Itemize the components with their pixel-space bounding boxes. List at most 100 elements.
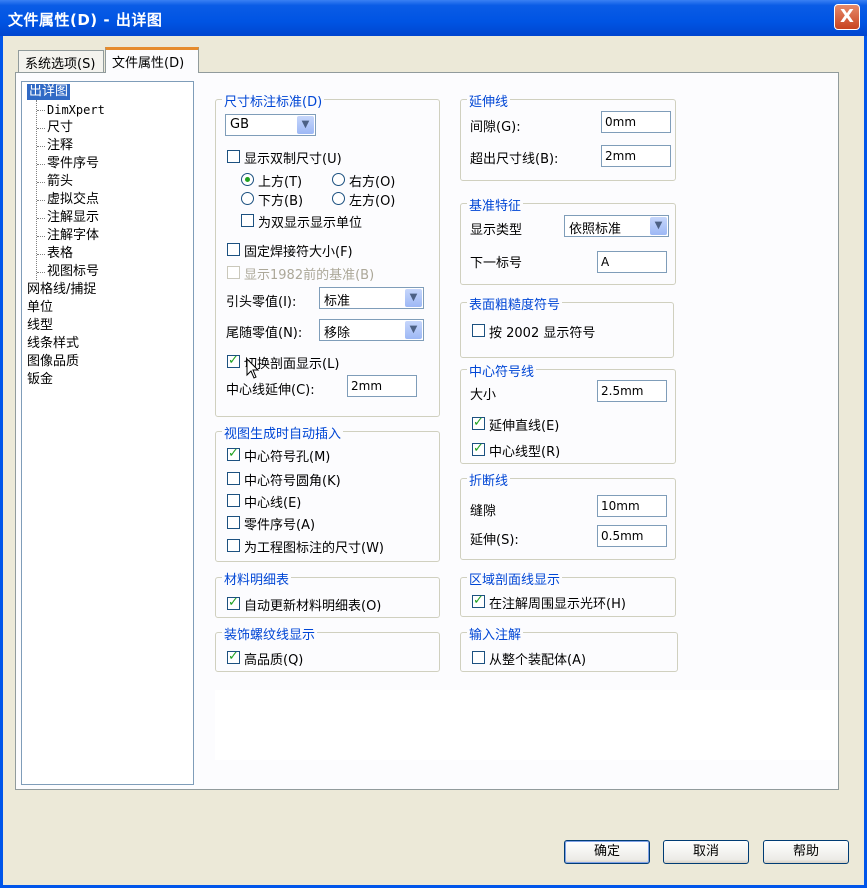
centerlines-label: 中心线(E) [244,496,302,511]
tree-item-balloons[interactable]: 零件序号 [47,156,99,172]
show-1982-checkbox [227,266,240,279]
tree-connector [37,128,45,129]
from-assembly-checkbox[interactable] [472,651,485,664]
close-icon: X [840,6,854,27]
display-type-label: 显示类型 [470,223,523,238]
trailing-zero-value: 移除 [324,326,351,341]
window-title: 文件属性(D) - 出详图 [8,11,163,29]
fixed-weld-label: 固定焊接符大小(F) [244,245,353,260]
display-type-select[interactable]: 依照标准 ▼ [564,215,669,237]
radio-bottom-label: 下方(B) [258,194,304,209]
tab-system-options[interactable]: 系统选项(S) [18,50,104,72]
halo-checkbox[interactable] [472,593,485,608]
tree-item-grid-snap[interactable]: 网格线/捕捉 [27,282,96,298]
balloons-label: 零件序号(A) [244,518,316,533]
halo-label: 在注解周围显示光环(H) [489,597,626,612]
radio-top[interactable] [241,173,254,186]
tree-item-tables[interactable]: 表格 [47,246,73,262]
group-title: 输入注解 [467,624,524,643]
tree-item-image-quality[interactable]: 图像品质 [27,354,79,370]
chevron-down-icon[interactable]: ▼ [297,116,314,134]
tree-connector [37,200,45,201]
from-assembly-label: 从整个装配体(A) [489,653,587,668]
tree-item-annotation-font[interactable]: 注解字体 [47,228,99,244]
tree-item-virtual-sharps[interactable]: 虚拟交点 [47,192,99,208]
dual-dim-checkbox[interactable] [227,150,240,163]
beyond-dim-input[interactable]: 2mm [601,145,671,167]
tree-connector [37,218,45,219]
centerline-ext-label: 中心线延伸(C): [226,383,315,398]
tree-item-dimensions[interactable]: 尺寸 [47,120,73,136]
group-title: 折断线 [467,470,511,489]
leading-zero-label: 引头零值(I): [226,295,297,310]
break-ext-label: 延伸(S): [470,533,519,548]
radio-right-label: 右方(O) [349,175,396,190]
extend-lines-checkbox[interactable] [472,415,485,430]
gap-label: 间隙(G): [470,120,521,135]
size-label: 大小 [470,388,497,403]
tree-item-line-font[interactable]: 线型 [27,318,53,334]
tree-connector [37,146,45,147]
gap-input[interactable]: 0mm [601,111,671,133]
auto-update-bom-checkbox[interactable] [227,595,240,610]
break-ext-input[interactable]: 0.5mm [597,525,667,547]
tree-item-sheet-metal[interactable]: 钣金 [27,372,53,388]
break-gap-label: 缝隙 [470,504,497,519]
close-button[interactable]: X [834,4,860,30]
dims-for-drawing-label: 为工程图标注的尺寸(W) [244,541,384,556]
group-title: 尺寸标注标准(D) [222,91,325,110]
size-input[interactable]: 2.5mm [597,380,667,402]
tree-item-notes[interactable]: 注释 [47,138,73,154]
cancel-button[interactable]: 取消 [663,840,749,864]
options-tree[interactable]: 出详图 DimXpert 尺寸 注释 零件序号 箭头 虚拟交点 注解显示 注解字… [21,81,194,785]
extend-lines-label: 延伸直线(E) [489,419,560,434]
mouse-pointer-icon [246,358,260,379]
tree-item-line-style[interactable]: 线条样式 [27,336,79,352]
dual-units-checkbox[interactable] [241,214,254,227]
tree-item-annotation-display[interactable]: 注解显示 [47,210,99,226]
radio-left-label: 左方(O) [349,194,396,209]
show-2002-checkbox[interactable] [472,324,485,337]
center-mark-holes-checkbox[interactable] [227,446,240,461]
radio-bottom[interactable] [241,192,254,205]
break-gap-input[interactable]: 10mm [597,495,667,517]
dual-dim-label: 显示双制尺寸(U) [244,152,342,167]
toggle-section-checkbox[interactable] [227,353,240,368]
centerlines-checkbox[interactable] [227,494,240,507]
tree-item-units[interactable]: 单位 [27,300,53,316]
high-quality-checkbox[interactable] [227,649,240,664]
tree-connector [37,182,45,183]
center-mark-fillets-label: 中心符号圆角(K) [244,474,341,489]
chevron-down-icon[interactable]: ▼ [405,289,422,307]
standard-select[interactable]: GB ▼ [225,114,316,136]
tree-item-arrows[interactable]: 箭头 [47,174,73,190]
chevron-down-icon[interactable]: ▼ [405,321,422,339]
tab-document-properties[interactable]: 文件属性(D) [105,47,199,73]
leading-zero-select[interactable]: 标准 ▼ [319,287,424,309]
group-title: 区域剖面线显示 [467,569,563,588]
standard-value: GB [230,117,249,132]
centerline-ext-input[interactable]: 2mm [347,375,417,397]
title-bar: 文件属性(D) - 出详图 X [0,0,867,36]
tree-item-view-labels[interactable]: 视图标号 [47,264,99,280]
dims-for-drawing-checkbox[interactable] [227,539,240,552]
center-mark-fillets-checkbox[interactable] [227,472,240,485]
ok-button[interactable]: 确定 [564,840,650,864]
center-linetype-label: 中心线型(R) [489,445,561,460]
beyond-dim-label: 超出尺寸线(B): [470,152,559,167]
radio-left[interactable] [332,192,345,205]
tree-item-detailing[interactable]: 出详图 [27,84,71,100]
tab-label: 系统选项(S) [25,57,96,72]
trailing-zero-select[interactable]: 移除 ▼ [319,319,424,341]
tab-label: 文件属性(D) [112,56,185,71]
dual-units-label: 为双显示显示单位 [258,216,363,231]
tree-item-dimxpert[interactable]: DimXpert [47,102,105,118]
chevron-down-icon[interactable]: ▼ [650,217,667,235]
center-linetype-checkbox[interactable] [472,441,485,456]
balloons-checkbox[interactable] [227,516,240,529]
radio-right[interactable] [332,173,345,186]
next-label-input[interactable]: A [597,251,667,273]
help-button[interactable]: 帮助 [763,840,849,864]
group-title: 装饰螺纹线显示 [222,624,318,643]
fixed-weld-checkbox[interactable] [227,243,240,256]
